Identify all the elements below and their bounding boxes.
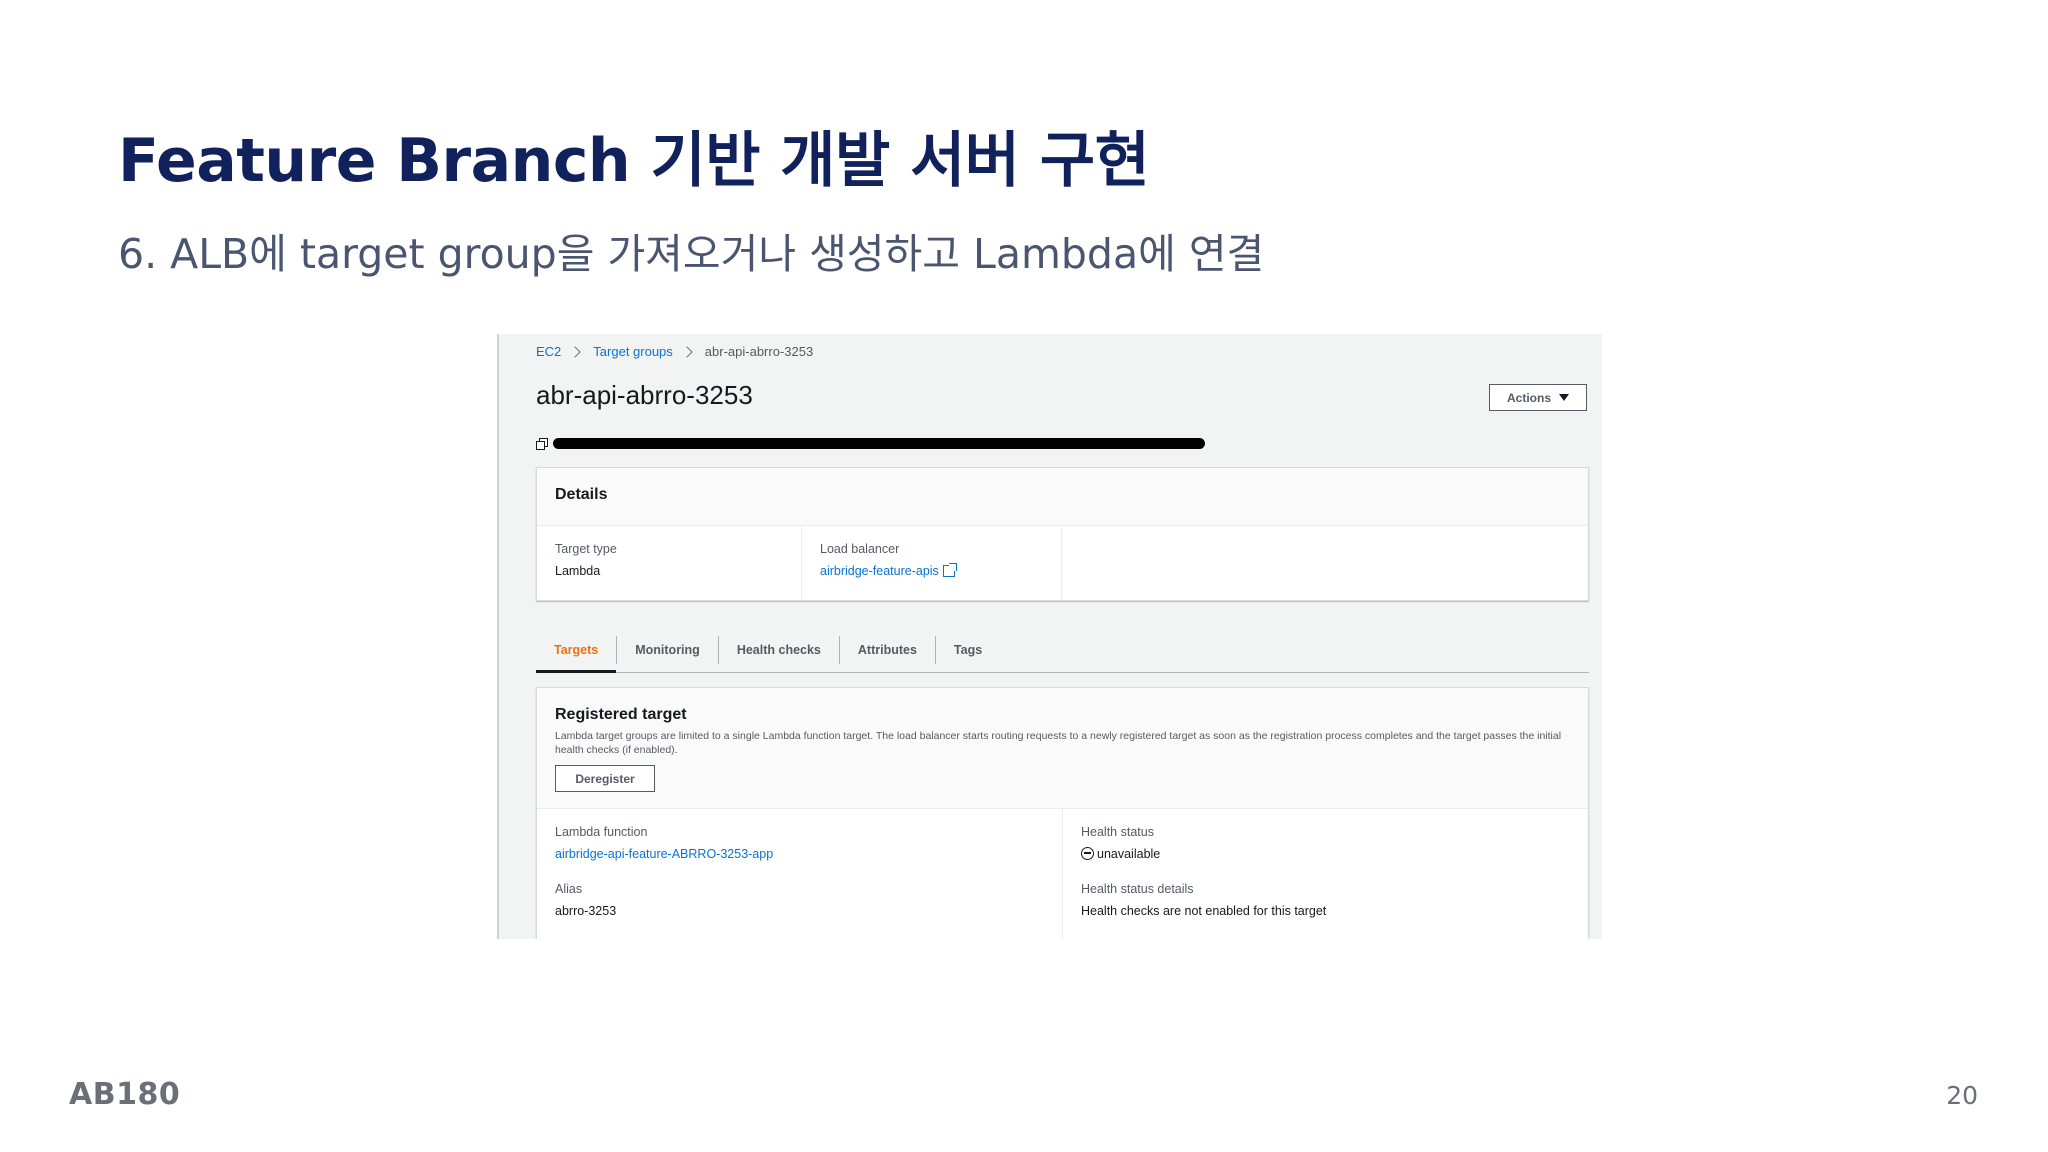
target-type-value: Lambda — [555, 564, 601, 578]
health-status-value: unavailable — [1097, 847, 1161, 861]
load-balancer-column: Load balancer airbridge-feature-apis — [802, 526, 1062, 600]
details-header: Details — [537, 468, 1588, 526]
slide-subtitle: 6. ALB에 target group을 가져오거나 생성하고 Lambda에… — [118, 230, 1265, 278]
page-number: 20 — [1946, 1081, 1978, 1110]
health-status: unavailable — [1081, 847, 1570, 861]
tab-tags[interactable]: Tags — [936, 636, 1000, 664]
lambda-function-link[interactable]: airbridge-api-feature-ABRRO-3253-app — [555, 847, 1044, 861]
health-details-value: Health checks are not enabled for this t… — [1081, 904, 1327, 918]
actions-button[interactable]: Actions — [1489, 384, 1587, 411]
registered-target-description: Lambda target groups are limited to a si… — [555, 730, 1562, 756]
console-screenshot: EC2 Target groups abr-api-abrro-3253 abr… — [497, 334, 1602, 939]
lambda-function-label: Lambda function — [555, 825, 648, 839]
breadcrumb-target-groups[interactable]: Target groups — [593, 344, 673, 359]
load-balancer-label: Load balancer — [820, 542, 900, 556]
alias-label: Alias — [555, 882, 583, 896]
copy-icon[interactable] — [536, 438, 548, 450]
chevron-right-icon — [569, 345, 581, 358]
breadcrumb: EC2 Target groups abr-api-abrro-3253 — [536, 344, 813, 359]
function-column: Lambda function airbridge-api-feature-AB… — [537, 809, 1063, 939]
registered-target-header: Registered target Lambda target groups a… — [537, 688, 1588, 809]
brand-logo: AB180 — [69, 1077, 181, 1112]
arn-row — [536, 438, 1205, 450]
target-type-label: Target type — [555, 542, 617, 556]
health-details-label: Health status details — [1081, 882, 1194, 896]
deregister-button[interactable]: Deregister — [555, 765, 655, 792]
redaction-bar — [553, 438, 1205, 449]
load-balancer-value: airbridge-feature-apis — [820, 564, 939, 578]
tab-health-checks[interactable]: Health checks — [719, 635, 840, 664]
load-balancer-link[interactable]: airbridge-feature-apis — [820, 563, 1051, 578]
registered-target-panel: Registered target Lambda target groups a… — [536, 687, 1589, 939]
tab-targets[interactable]: Targets — [536, 635, 618, 673]
caret-down-icon — [1559, 394, 1569, 401]
health-column: Health status unavailable Health status … — [1063, 809, 1588, 939]
target-type-column: Target type Lambda — [537, 526, 802, 600]
alias-value: abrro-3253 — [555, 904, 617, 918]
page-title: abr-api-abrro-3253 — [536, 380, 753, 410]
tab-monitoring[interactable]: Monitoring — [617, 635, 719, 664]
slide-title: Feature Branch 기반 개발 서버 구현 — [118, 126, 1150, 196]
breadcrumb-current: abr-api-abrro-3253 — [704, 344, 814, 359]
details-panel: Details Target type Lambda Load balancer… — [536, 467, 1589, 601]
registered-target-title: Registered target — [555, 706, 687, 723]
breadcrumb-ec2[interactable]: EC2 — [536, 344, 561, 359]
actions-button-label: Actions — [1506, 390, 1551, 405]
chevron-right-icon — [681, 345, 693, 358]
external-link-icon — [942, 563, 957, 577]
tab-attributes[interactable]: Attributes — [840, 635, 936, 664]
status-unavailable-icon — [1081, 847, 1094, 860]
tab-bar: Targets Monitoring Health checks Attribu… — [536, 627, 1589, 673]
health-status-label: Health status — [1081, 825, 1154, 839]
